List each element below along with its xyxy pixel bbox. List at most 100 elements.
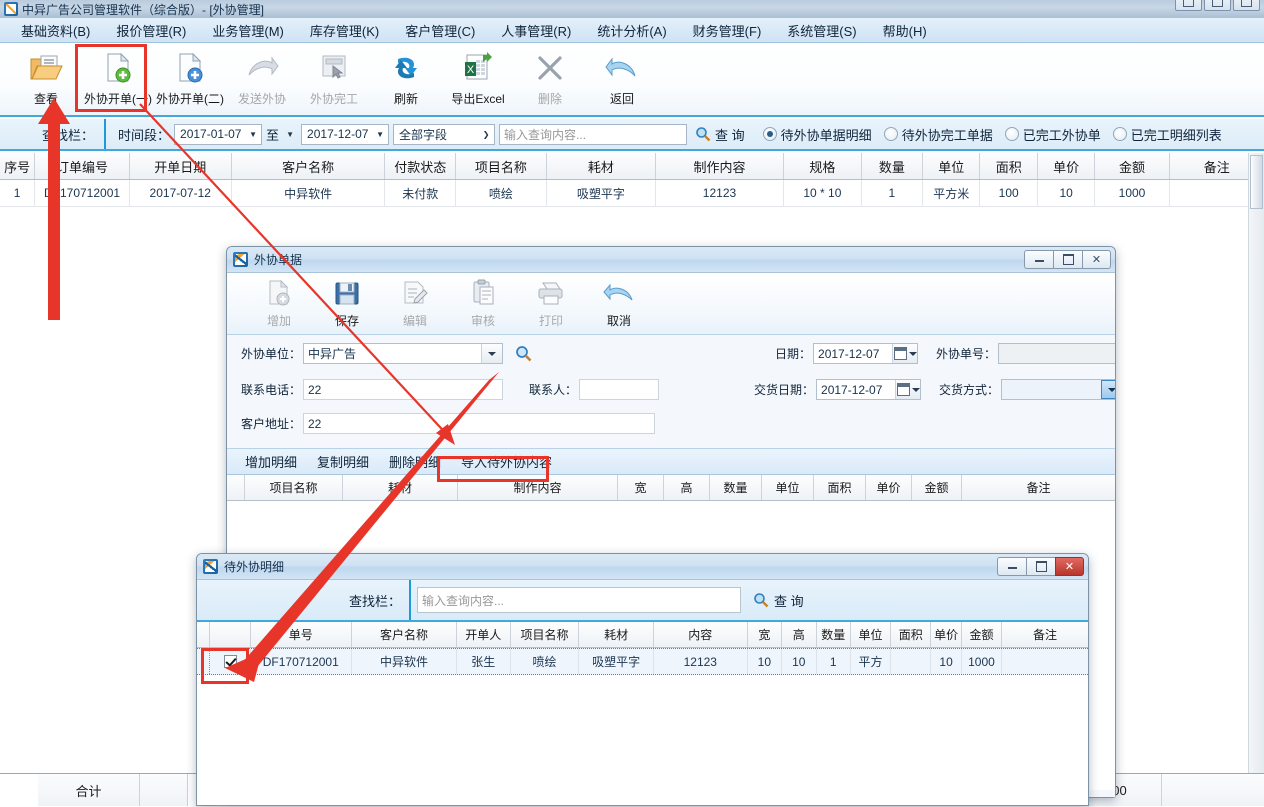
toolbar-button-send-waixie[interactable]: 发送外协 bbox=[226, 44, 298, 114]
col-unit: 单位 bbox=[851, 622, 892, 647]
delivery-mode-select[interactable] bbox=[1001, 379, 1115, 400]
maximize-button[interactable] bbox=[1204, 0, 1231, 11]
menu-item-help[interactable]: 帮助(H) bbox=[870, 18, 940, 43]
maximize-button[interactable] bbox=[1053, 250, 1082, 269]
toolbar-button-view[interactable]: 查看 bbox=[10, 44, 82, 114]
col-rowmark bbox=[197, 622, 211, 647]
dialog-button-save[interactable]: 保存 bbox=[313, 273, 381, 333]
cell-material: 吸塑平字 bbox=[579, 649, 654, 674]
radio-pending-waixie-detail[interactable]: 待外协单据明细 bbox=[762, 125, 872, 144]
address-input[interactable]: 22 bbox=[303, 413, 655, 434]
minimize-button[interactable] bbox=[1024, 250, 1053, 269]
dialog-button-audit[interactable]: 审核 bbox=[449, 273, 517, 333]
date-to-value: 2017-12-07 bbox=[307, 127, 369, 141]
menu-item-hr[interactable]: 人事管理(R) bbox=[488, 18, 584, 43]
minimize-button[interactable] bbox=[997, 557, 1026, 576]
menu-item-customer[interactable]: 客户管理(C) bbox=[392, 18, 488, 43]
dialog-label-save: 保存 bbox=[334, 314, 359, 328]
date-from-input[interactable]: 2017-01-07 ▼ bbox=[174, 123, 263, 145]
col-width: 宽 bbox=[748, 622, 783, 647]
date-to-input[interactable]: 2017-12-07 ▼ bbox=[301, 123, 390, 145]
maximize-button[interactable] bbox=[1026, 557, 1055, 576]
radio-label: 待外协完工单据 bbox=[901, 127, 993, 143]
dialog-window-controls: ✕ bbox=[1024, 250, 1111, 269]
toolbar-label-waixie-complete: 外协完工 bbox=[309, 92, 358, 106]
dialog-button-print[interactable]: 打印 bbox=[517, 273, 585, 333]
radio-completed-waixie-order[interactable]: 已完工外协单 bbox=[1004, 125, 1101, 144]
cell-date: 2017-07-12 bbox=[130, 180, 232, 206]
date-input[interactable]: 2017-12-07 bbox=[813, 343, 919, 364]
contact-input[interactable] bbox=[579, 379, 660, 400]
col-height: 高 bbox=[664, 475, 710, 500]
cell-area bbox=[891, 649, 932, 674]
close-button[interactable] bbox=[1233, 0, 1260, 11]
tab-add-detail[interactable]: 增加明细 bbox=[235, 449, 307, 474]
dialog-title-bar: 外协单据 ✕ bbox=[227, 247, 1115, 273]
delivery-date-input[interactable]: 2017-12-07 bbox=[816, 379, 922, 400]
dialog-button-edit[interactable]: 编辑 bbox=[381, 273, 449, 333]
cell-customer: 中异软件 bbox=[232, 180, 386, 206]
dialog-toolbar: 增加 保存 编辑 审核 打印 取消 bbox=[227, 273, 1115, 335]
minimize-button[interactable] bbox=[1175, 0, 1202, 11]
order-no-input[interactable] bbox=[998, 343, 1115, 364]
printer-icon bbox=[536, 277, 566, 309]
menu-item-finance[interactable]: 财务管理(F) bbox=[680, 18, 775, 43]
box-row-checkbox bbox=[201, 648, 249, 684]
cell-project: 喷绘 bbox=[456, 180, 547, 206]
close-button[interactable]: ✕ bbox=[1055, 557, 1084, 576]
phone-input[interactable]: 22 bbox=[303, 379, 503, 400]
search-input[interactable]: 输入查询内容... bbox=[417, 587, 742, 613]
close-button[interactable]: ✕ bbox=[1082, 250, 1111, 269]
cell-unit: 平方 bbox=[851, 649, 892, 674]
toolbar-button-refresh[interactable]: 刷新 bbox=[370, 44, 442, 114]
dialog-form: 外协单位： 中异广告 联系电话： 22 联系人： 客户地址： 22 日期： 20… bbox=[227, 335, 1115, 448]
cell-price: 10 bbox=[931, 649, 962, 674]
menu-item-statistics[interactable]: 统计分析(A) bbox=[584, 18, 679, 43]
box-waixie-kaidan-1 bbox=[75, 44, 147, 112]
field-select[interactable]: 全部字段 ❯ bbox=[393, 123, 496, 145]
menu-item-system[interactable]: 系统管理(S) bbox=[774, 18, 869, 43]
scrollbar-thumb[interactable] bbox=[1250, 155, 1263, 209]
col-qty: 数量 bbox=[817, 622, 851, 647]
col-qty: 数量 bbox=[710, 475, 762, 500]
query-button[interactable]: 查 询 bbox=[753, 591, 804, 610]
radio-pending-complete-doc[interactable]: 待外协完工单据 bbox=[883, 125, 993, 144]
toolbar-button-back[interactable]: 返回 bbox=[586, 44, 658, 114]
dialog-window-controls: ✕ bbox=[997, 557, 1084, 576]
col-price: 单价 bbox=[931, 622, 962, 647]
col-project: 项目名称 bbox=[245, 475, 343, 500]
query-button-label: 查 询 bbox=[715, 127, 745, 143]
main-grid-scrollbar[interactable] bbox=[1248, 153, 1264, 773]
dialog-title: 外协单据 bbox=[254, 253, 303, 267]
add-doc-icon bbox=[265, 277, 293, 309]
divider bbox=[104, 119, 107, 149]
toolbar-button-waixie-kaidan-2[interactable]: 外协开单(二) bbox=[154, 44, 226, 114]
search-input[interactable]: 输入查询内容... bbox=[499, 123, 688, 145]
menu-item-business[interactable]: 业务管理(M) bbox=[199, 18, 297, 43]
table-row[interactable]: 1 DF170712001 2017-07-12 中异软件 未付款 喷绘 吸塑平… bbox=[0, 180, 1264, 207]
detail-grid-header: 项目名称 耗材 制作内容 宽 高 数量 单位 面积 单价 金额 备注 bbox=[227, 475, 1115, 501]
vendor-select[interactable]: 中异广告 bbox=[303, 343, 503, 364]
refresh-icon bbox=[391, 50, 421, 86]
col-price: 单价 bbox=[1038, 153, 1096, 179]
vendor-search-button[interactable] bbox=[515, 345, 532, 362]
radio-completed-detail-list[interactable]: 已完工明细列表 bbox=[1112, 125, 1222, 144]
to-chevron-icon[interactable]: ▼ bbox=[283, 130, 297, 139]
menu-item-basic[interactable]: 基础资料(B) bbox=[8, 18, 103, 43]
tab-copy-detail[interactable]: 复制明细 bbox=[307, 449, 379, 474]
toolbar-button-waixie-complete[interactable]: 外协完工 bbox=[298, 44, 370, 114]
toolbar-button-delete[interactable]: 删除 bbox=[514, 44, 586, 114]
query-button[interactable]: 查 询 bbox=[695, 125, 745, 144]
col-content: 内容 bbox=[654, 622, 748, 647]
delete-x-icon bbox=[535, 50, 565, 86]
toolbar-button-export-excel[interactable]: X 导出Excel bbox=[442, 44, 514, 114]
table-row[interactable]: DF170712001 中异软件 张生 喷绘 吸塑平字 12123 10 10 … bbox=[197, 648, 1088, 675]
menu-item-inventory[interactable]: 库存管理(K) bbox=[297, 18, 392, 43]
col-project: 项目名称 bbox=[456, 153, 547, 179]
dialog-button-add[interactable]: 增加 bbox=[245, 273, 313, 333]
col-area: 面积 bbox=[814, 475, 866, 500]
dialog-button-cancel[interactable]: 取消 bbox=[585, 273, 653, 333]
date-value: 2017-12-07 bbox=[818, 346, 880, 361]
menu-item-quote[interactable]: 报价管理(R) bbox=[103, 18, 199, 43]
toolbar-label-waixie-kaidan-2: 外协开单(二) bbox=[156, 92, 224, 106]
